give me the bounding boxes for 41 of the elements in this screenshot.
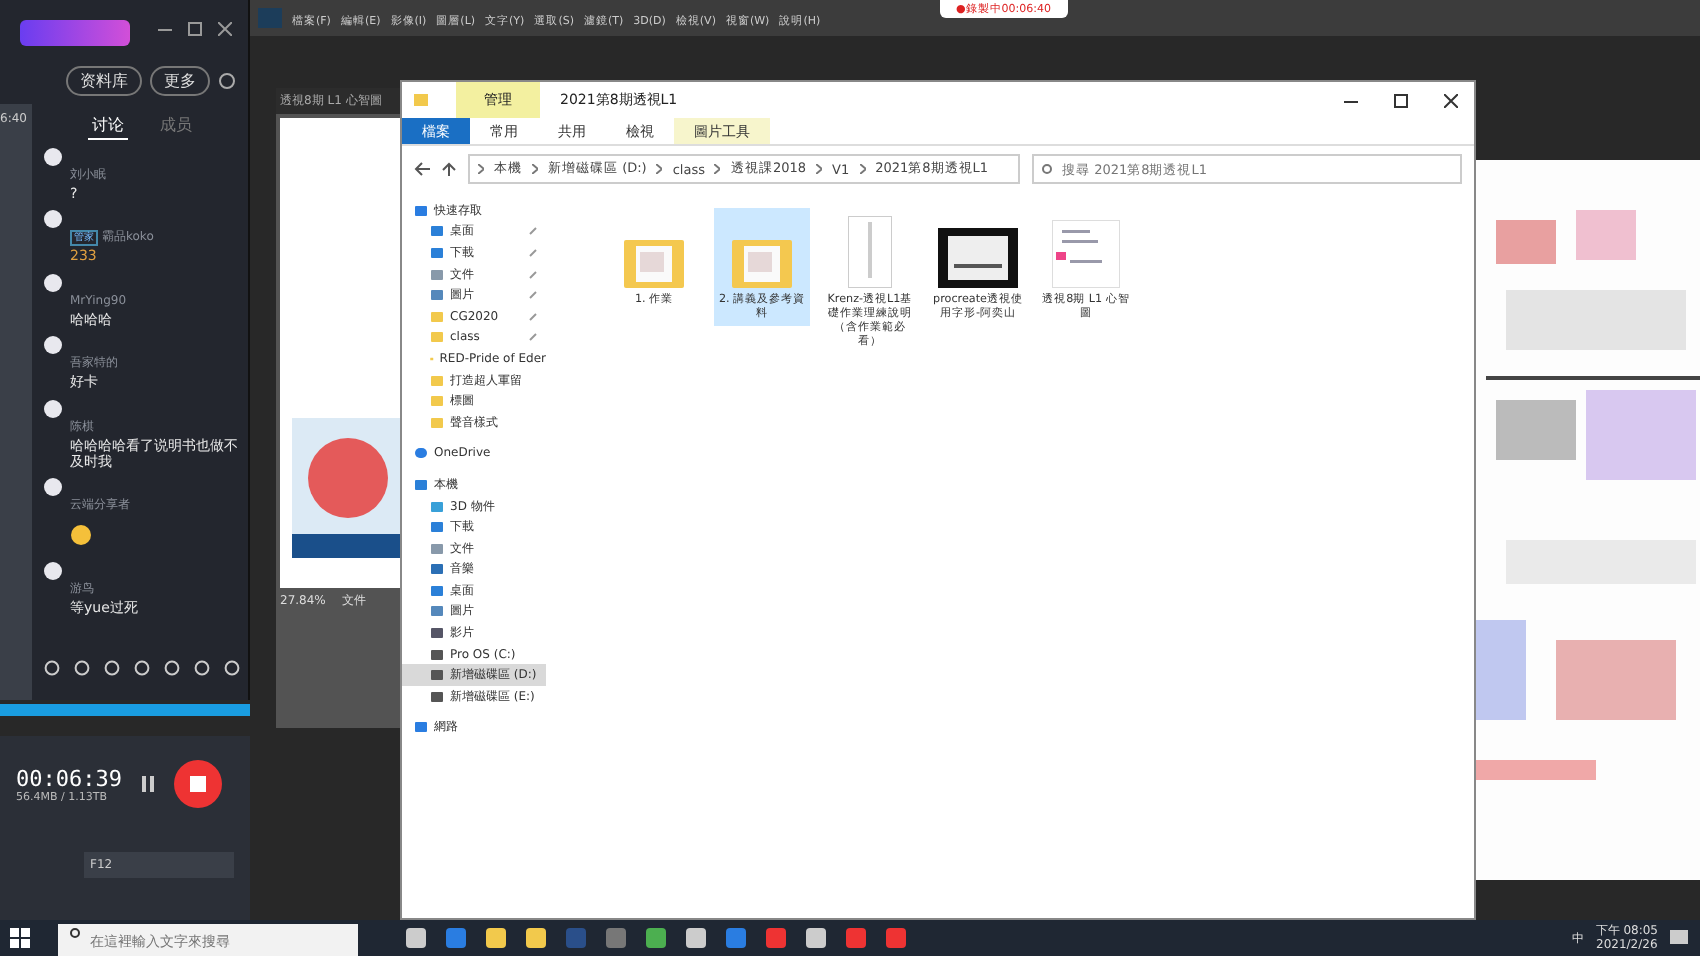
maximize-icon[interactable]: [188, 22, 202, 36]
stop-icon: [189, 776, 206, 792]
document-icon: [848, 216, 892, 288]
up-arrow-icon[interactable]: [442, 162, 456, 176]
avatar: [44, 399, 62, 418]
video-icon: [938, 228, 1018, 288]
chevron-icon: [859, 164, 866, 174]
search-icon: [68, 928, 80, 940]
search-icon: [1040, 164, 1052, 176]
app-logo: [20, 20, 130, 46]
avatar: [44, 562, 62, 581]
close-icon[interactable]: [1444, 93, 1458, 107]
recording-time: 00:06:39: [16, 765, 122, 791]
folder-icon: [732, 236, 792, 288]
stop-button[interactable]: [173, 760, 222, 808]
folder-icon: [414, 93, 428, 107]
avatar: [44, 273, 62, 292]
chevron-icon: [478, 164, 484, 174]
windows-start-icon[interactable]: [10, 928, 30, 948]
maximize-icon[interactable]: [1394, 93, 1408, 107]
chevron-icon: [714, 164, 721, 174]
chat-tab[interactable]: 讨论: [88, 112, 128, 140]
back-arrow-icon[interactable]: [414, 162, 430, 176]
item-icon: [414, 720, 428, 735]
avatar: [44, 210, 62, 229]
cloud-icon: [414, 446, 428, 461]
chevron-icon: [532, 164, 538, 174]
notification-icon[interactable]: [1670, 930, 1688, 946]
emoji-icon: [70, 524, 92, 547]
avatar: [44, 478, 62, 497]
header-button[interactable]: 资料库: [66, 66, 142, 96]
avatar: [44, 148, 62, 166]
pause-icon[interactable]: [141, 776, 154, 792]
image-thumbnail: [1052, 220, 1120, 288]
avatar: [44, 336, 62, 355]
chevron-icon: [656, 164, 663, 174]
chevron-icon: [816, 164, 823, 174]
folder-icon: [624, 236, 684, 288]
header-button[interactable]: 更多: [150, 66, 210, 96]
close-icon[interactable]: [218, 22, 232, 36]
app-logo-icon: [258, 8, 282, 28]
